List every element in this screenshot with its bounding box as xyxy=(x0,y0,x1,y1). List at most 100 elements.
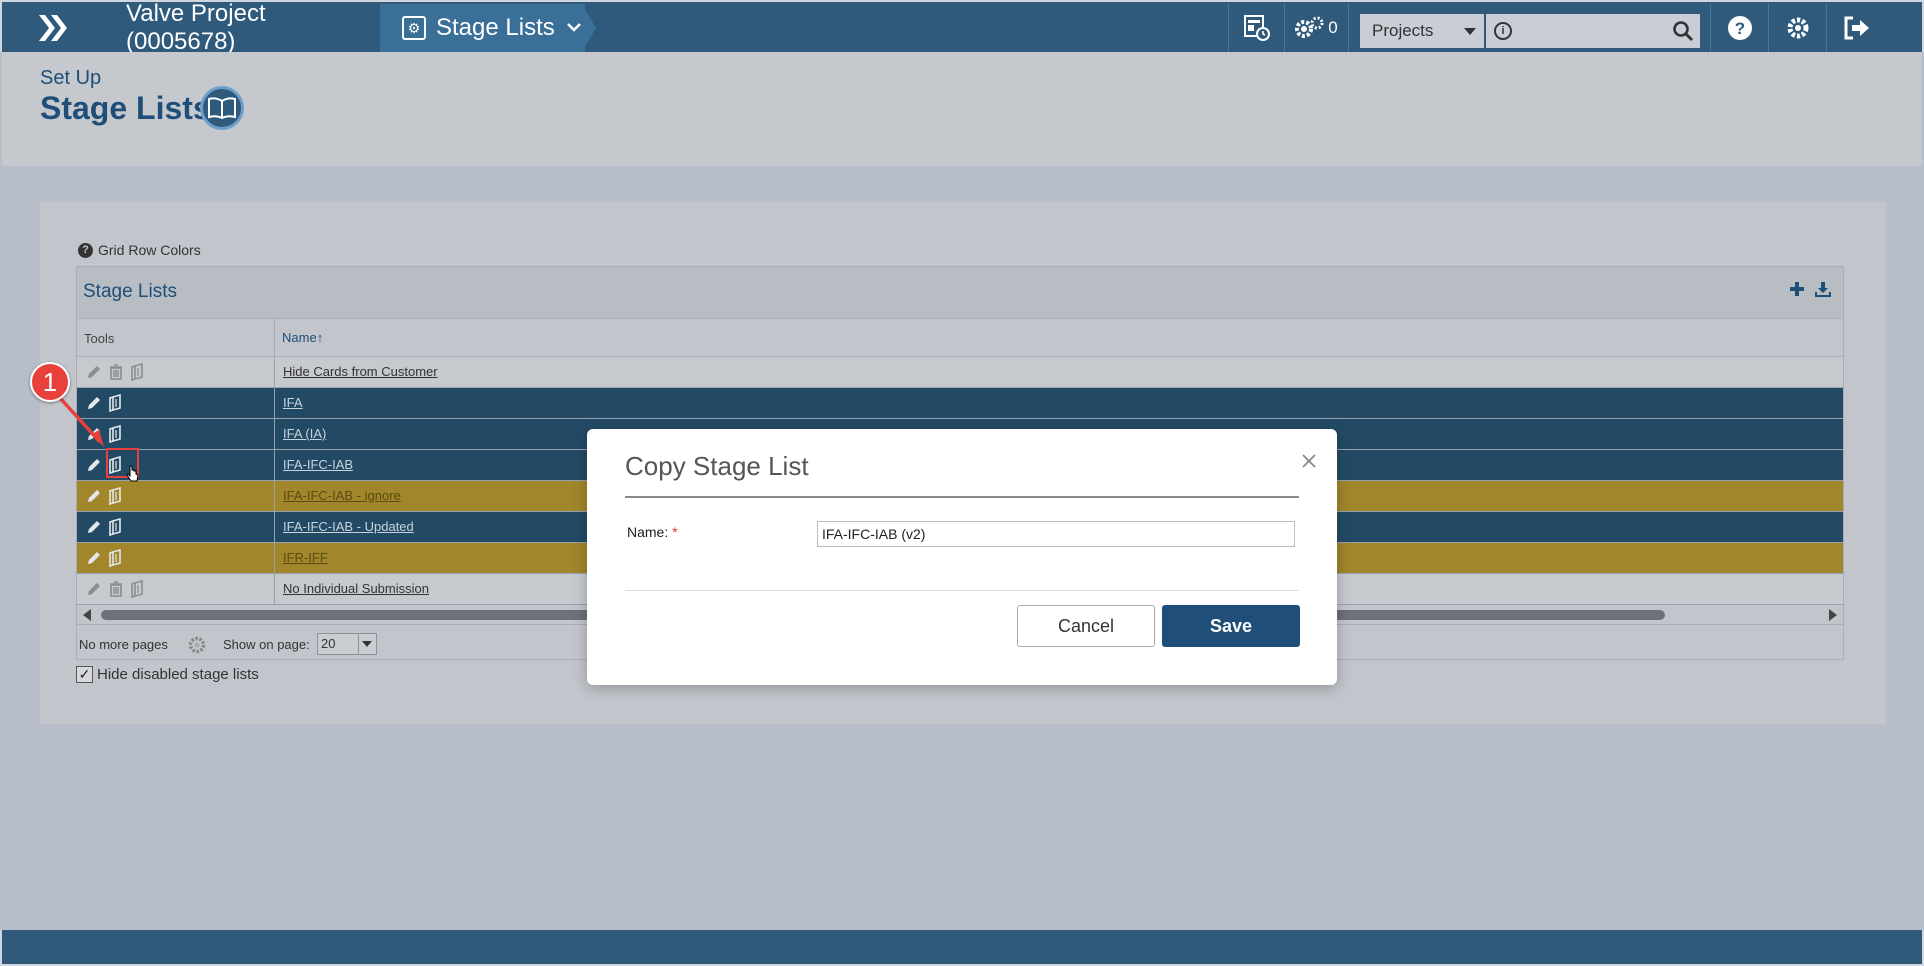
cancel-button[interactable]: Cancel xyxy=(1017,605,1155,647)
copy-icon[interactable] xyxy=(107,424,125,444)
column-header-tools: Tools xyxy=(84,331,115,346)
gears-icon xyxy=(1295,16,1324,38)
pencil-icon[interactable] xyxy=(85,394,103,412)
pencil-icon[interactable] xyxy=(85,518,103,536)
stage-list-name-link[interactable]: IFR-IFF xyxy=(274,543,328,573)
pencil-icon[interactable] xyxy=(85,456,103,474)
pencil-icon[interactable] xyxy=(85,363,103,381)
jobs-count: 0 xyxy=(1328,18,1338,37)
row-tools xyxy=(85,548,271,568)
stage-list-name-link[interactable]: IFA xyxy=(274,388,303,418)
grid-row-colors-label: Grid Row Colors xyxy=(98,242,201,258)
logout-button[interactable] xyxy=(1828,4,1886,52)
trash-icon[interactable] xyxy=(107,363,125,381)
annotation-badge-1: 1 xyxy=(30,362,70,402)
name-field-label: Name: * xyxy=(627,524,678,540)
page-size-select[interactable]: 20 xyxy=(317,633,377,655)
no-more-pages-label: No more pages xyxy=(79,637,168,652)
help-button[interactable]: ? xyxy=(1712,4,1768,52)
breadcrumb-section[interactable]: ⚙ Stage Lists xyxy=(380,4,585,52)
divider xyxy=(625,590,1299,591)
svg-text:?: ? xyxy=(1735,19,1745,38)
pencil-icon[interactable] xyxy=(85,549,103,567)
pencil-icon[interactable] xyxy=(85,580,103,598)
divider xyxy=(358,634,359,654)
top-nav-bar: Valve Project (0005678) ⚙ Stage Lists 0 … xyxy=(0,0,1924,55)
copy-icon[interactable] xyxy=(107,517,125,537)
scroll-left-icon[interactable] xyxy=(83,609,91,621)
hide-disabled-checkbox[interactable]: ✓ xyxy=(76,666,93,683)
stage-list-name-link[interactable]: Hide Cards from Customer xyxy=(274,357,438,387)
stage-list-name-link[interactable]: No Individual Submission xyxy=(274,574,429,604)
settings-page-icon: ⚙ xyxy=(402,16,426,40)
stage-list-name-link[interactable]: IFA-IFC-IAB - ignore xyxy=(274,481,401,511)
hide-disabled-toggle[interactable]: ✓ Hide disabled stage lists xyxy=(76,666,259,683)
sort-ascending-icon: ↑ xyxy=(316,330,324,345)
search-box: i xyxy=(1486,14,1700,48)
breadcrumb-project-label: Valve Project (0005678) xyxy=(126,0,266,55)
trash-icon[interactable] xyxy=(107,580,125,598)
jobs-button[interactable]: 0 xyxy=(1286,4,1344,52)
stage-list-name-link[interactable]: IFA (IA) xyxy=(274,419,326,449)
grid-row-colors-link[interactable]: ? Grid Row Colors xyxy=(78,242,201,258)
chevron-down-icon xyxy=(566,19,581,37)
column-headers: Tools Name↑ xyxy=(77,319,1843,357)
row-tools xyxy=(85,424,271,444)
row-tools xyxy=(85,517,271,537)
dialog-title: Copy Stage List xyxy=(625,451,809,481)
row-tools xyxy=(85,579,271,599)
page-header: Set Up Stage Lists xyxy=(2,52,1922,166)
schedule-board-icon xyxy=(1244,15,1270,41)
show-on-page-label: Show on page: xyxy=(223,637,310,652)
table-row: Hide Cards from Customer xyxy=(77,357,1843,388)
projects-select[interactable]: Projects xyxy=(1360,14,1484,48)
settings-button[interactable] xyxy=(1770,4,1826,52)
stage-list-name-link[interactable]: IFA-IFC-IAB xyxy=(274,450,353,480)
question-icon: ? xyxy=(78,242,93,258)
copy-icon[interactable] xyxy=(107,486,125,506)
search-icon[interactable] xyxy=(1672,20,1694,42)
copy-icon[interactable] xyxy=(107,548,125,568)
name-input[interactable] xyxy=(817,521,1295,547)
divider xyxy=(1710,4,1711,52)
gear-icon[interactable] xyxy=(187,635,207,655)
row-tools xyxy=(85,486,271,506)
save-button[interactable]: Save xyxy=(1162,605,1300,647)
table-row: IFA xyxy=(77,388,1843,419)
grid-header: Stage Lists xyxy=(77,267,1843,319)
mouse-pointer-icon xyxy=(127,465,139,482)
copy-icon[interactable] xyxy=(129,579,147,599)
column-header-name-label: Name xyxy=(282,330,317,345)
caret-down-icon xyxy=(1464,28,1476,35)
info-icon[interactable]: i xyxy=(1494,22,1512,40)
divider xyxy=(1228,4,1229,52)
book-icon[interactable] xyxy=(200,86,244,130)
close-icon[interactable] xyxy=(1301,453,1317,469)
row-tools xyxy=(85,362,271,382)
section-label: Set Up xyxy=(40,67,102,89)
divider xyxy=(1348,4,1349,52)
row-tools xyxy=(85,393,271,413)
copy-icon[interactable] xyxy=(107,393,125,413)
search-input[interactable] xyxy=(1518,17,1678,45)
grid-title: Stage Lists xyxy=(83,281,177,302)
breadcrumb-project[interactable]: Valve Project (0005678) xyxy=(106,0,380,55)
name-label-text: Name: xyxy=(627,524,669,540)
divider xyxy=(1826,4,1827,52)
add-icon[interactable] xyxy=(1789,281,1805,297)
help-icon: ? xyxy=(1728,16,1752,40)
breadcrumb-section-label: Stage Lists xyxy=(436,14,555,41)
gear-icon xyxy=(1787,17,1809,39)
breadcrumb-separator xyxy=(582,4,596,52)
home-logo-icon[interactable] xyxy=(6,4,102,52)
stage-list-name-link[interactable]: IFA-IFC-IAB - Updated xyxy=(274,512,414,542)
copy-icon[interactable] xyxy=(129,362,147,382)
download-icon[interactable] xyxy=(1815,281,1831,297)
pencil-icon[interactable] xyxy=(85,487,103,505)
divider xyxy=(1284,4,1285,52)
pencil-icon[interactable] xyxy=(85,425,103,443)
copy-stage-list-dialog: Copy Stage List Name: * Cancel Save xyxy=(587,429,1337,685)
schedule-board-button[interactable] xyxy=(1230,4,1284,52)
column-header-name[interactable]: Name↑ xyxy=(274,319,323,357)
scroll-right-icon[interactable] xyxy=(1829,609,1837,621)
